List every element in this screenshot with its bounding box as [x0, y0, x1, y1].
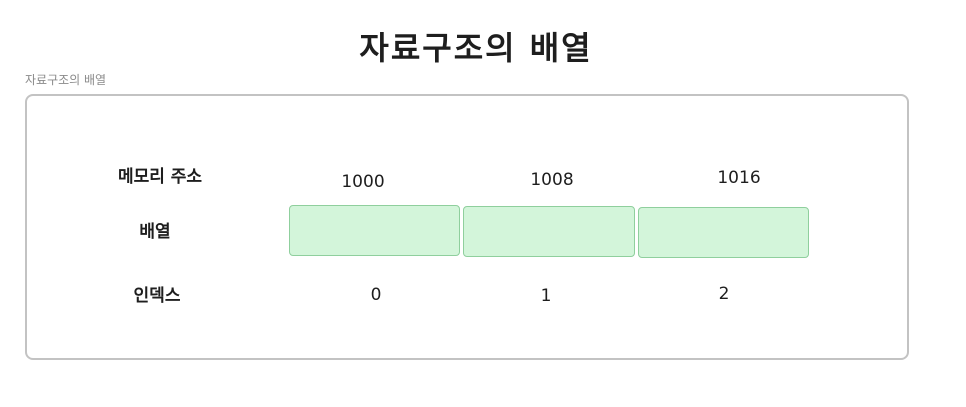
memory-address: 1008 [530, 170, 574, 190]
memory-address: 1016 [717, 168, 761, 188]
array-cell [289, 205, 460, 256]
page-title: 자료구조의 배열 [359, 29, 593, 67]
array-cell [463, 206, 635, 257]
array-index: 1 [540, 286, 552, 306]
array-index: 0 [370, 285, 382, 305]
row-label-array: 배열 [139, 222, 171, 242]
row-label-address: 메모리 주소 [117, 167, 203, 187]
array-index: 2 [718, 284, 730, 304]
frame-label: 자료구조의 배열 [25, 73, 107, 87]
array-cell [638, 207, 809, 258]
memory-address: 1000 [341, 172, 385, 192]
row-label-index: 인덱스 [133, 286, 181, 306]
